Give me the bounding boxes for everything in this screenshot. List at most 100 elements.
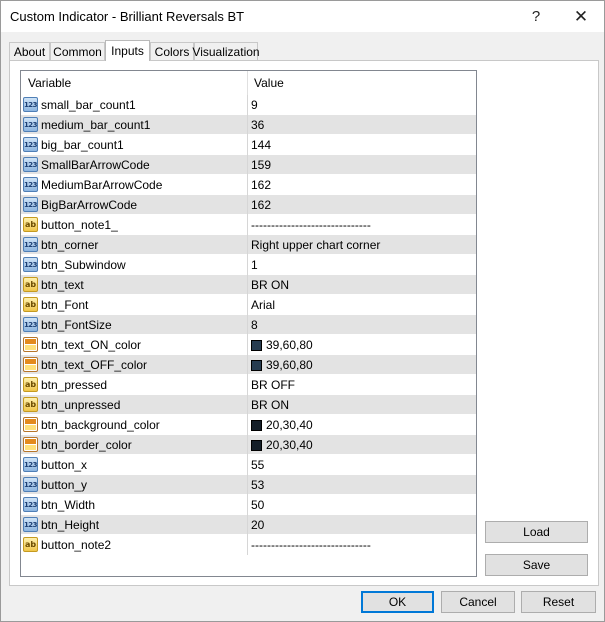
variable-value[interactable]: BR ON [251, 278, 289, 292]
reset-label: Reset [542, 595, 575, 609]
dialog-window: Custom Indicator - Brilliant Reversals B… [0, 0, 605, 622]
cell-divider [247, 195, 248, 215]
table-row[interactable]: ab btn_pressed BR OFF [21, 375, 476, 395]
cell-divider [247, 295, 248, 315]
variable-value[interactable]: 8 [251, 318, 258, 332]
integer-type-icon: 123 [23, 497, 38, 512]
table-row[interactable]: 123 btn_corner Right upper chart corner [21, 235, 476, 255]
column-header-value[interactable]: Value [254, 76, 284, 90]
value-text: 162 [251, 178, 272, 192]
integer-type-icon: 123 [23, 177, 38, 192]
table-row[interactable]: 123 button_x 55 [21, 455, 476, 475]
color-type-icon [23, 417, 38, 432]
variable-value[interactable]: 39,60,80 [251, 338, 313, 352]
variable-value[interactable]: 39,60,80 [251, 358, 313, 372]
color-swatch [251, 359, 262, 371]
tab-visualization[interactable]: Visualization [192, 42, 260, 60]
value-text: 20,30,40 [266, 438, 313, 452]
integer-type-icon: 123 [23, 197, 38, 212]
table-row[interactable]: 123 BigBarArrowCode 162 [21, 195, 476, 215]
value-text: 9 [251, 98, 258, 112]
tab-label: Common [53, 44, 102, 59]
save-button[interactable]: Save [485, 554, 588, 576]
close-icon: ✕ [573, 6, 589, 26]
tab-label: Visualization [192, 44, 260, 59]
tab-colors[interactable]: Colors [150, 42, 194, 60]
help-button[interactable]: ? [514, 1, 558, 32]
tab-label: Inputs [111, 44, 144, 58]
value-text: Arial [251, 298, 276, 312]
cell-divider [247, 215, 248, 235]
variable-value[interactable]: Right upper chart corner [251, 238, 380, 252]
variable-value[interactable]: 36 [251, 118, 264, 132]
table-row[interactable]: ab btn_text BR ON [21, 275, 476, 295]
table-row[interactable]: btn_text_ON_color 39,60,80 [21, 335, 476, 355]
tab-inputs[interactable]: Inputs [105, 40, 150, 61]
variable-value[interactable]: 20,30,40 [251, 438, 313, 452]
cancel-label: Cancel [459, 595, 497, 609]
variable-value[interactable]: 144 [251, 138, 271, 152]
table-row[interactable]: 123 button_y 53 [21, 475, 476, 495]
integer-type-icon: 123 [23, 117, 38, 132]
variable-value[interactable]: 9 [251, 98, 258, 112]
cell-divider [247, 475, 248, 495]
column-header-variable[interactable]: Variable [28, 76, 71, 90]
variable-name: btn_Font [41, 298, 89, 312]
variable-value[interactable]: BR OFF [251, 378, 295, 392]
tab-about[interactable]: About [9, 42, 50, 60]
cancel-button[interactable]: Cancel [441, 591, 515, 613]
table-row[interactable]: 123 btn_Height 20 [21, 515, 476, 535]
variable-value[interactable]: 55 [251, 458, 264, 472]
value-text: 39,60,80 [266, 358, 313, 372]
value-text: 53 [251, 478, 265, 492]
table-row[interactable]: btn_text_OFF_color 39,60,80 [21, 355, 476, 375]
cell-divider [247, 395, 248, 415]
string-type-icon: ab [23, 377, 38, 392]
table-row[interactable]: 123 MediumBarArrowCode 162 [21, 175, 476, 195]
value-text: Right upper chart corner [251, 238, 381, 252]
table-row[interactable]: 123 SmallBarArrowCode 159 [21, 155, 476, 175]
value-text: 144 [251, 138, 272, 152]
column-divider[interactable] [247, 71, 248, 95]
variable-value[interactable]: ------------------------------ [251, 538, 371, 552]
variable-value[interactable]: 1 [251, 258, 258, 272]
table-row[interactable]: 123 btn_Subwindow 1 [21, 255, 476, 275]
table-row[interactable]: 123 small_bar_count1 9 [21, 95, 476, 115]
close-button[interactable]: ✕ [559, 1, 603, 32]
table-row[interactable]: 123 btn_FontSize 8 [21, 315, 476, 335]
table-row[interactable]: ab button_note1_ -------------------------… [21, 215, 476, 235]
variable-value[interactable]: 159 [251, 158, 271, 172]
cell-divider [247, 495, 248, 515]
cell-divider [247, 415, 248, 435]
variable-value[interactable]: 20 [251, 518, 264, 532]
title-bar: Custom Indicator - Brilliant Reversals B… [1, 1, 604, 32]
cell-divider [247, 275, 248, 295]
variable-value[interactable]: Arial [251, 298, 275, 312]
variable-value[interactable]: 162 [251, 178, 271, 192]
table-row[interactable]: ab btn_unpressed BR ON [21, 395, 476, 415]
variable-value[interactable]: 53 [251, 478, 264, 492]
table-row[interactable]: 123 big_bar_count1 144 [21, 135, 476, 155]
cell-divider [247, 255, 248, 275]
integer-type-icon: 123 [23, 317, 38, 332]
ok-button[interactable]: OK [361, 591, 434, 613]
table-row[interactable]: 123 btn_Width 50 [21, 495, 476, 515]
integer-type-icon: 123 [23, 457, 38, 472]
reset-button[interactable]: Reset [521, 591, 596, 613]
tab-common[interactable]: Common [50, 42, 105, 60]
table-row[interactable]: btn_background_color 20,30,40 [21, 415, 476, 435]
variable-value[interactable]: 20,30,40 [251, 418, 313, 432]
ok-label: OK [388, 595, 407, 609]
variable-value[interactable]: BR ON [251, 398, 289, 412]
variable-value[interactable]: 50 [251, 498, 264, 512]
table-row[interactable]: ab button_note2 --------------------------… [21, 535, 476, 555]
variable-value[interactable]: ------------------------------ [251, 218, 371, 232]
table-row[interactable]: 123 medium_bar_count1 36 [21, 115, 476, 135]
integer-type-icon: 123 [23, 257, 38, 272]
value-text: 50 [251, 498, 265, 512]
table-row[interactable]: ab btn_Font Arial [21, 295, 476, 315]
variable-value[interactable]: 162 [251, 198, 271, 212]
value-text: 55 [251, 458, 265, 472]
load-button[interactable]: Load [485, 521, 588, 543]
table-row[interactable]: btn_border_color 20,30,40 [21, 435, 476, 455]
